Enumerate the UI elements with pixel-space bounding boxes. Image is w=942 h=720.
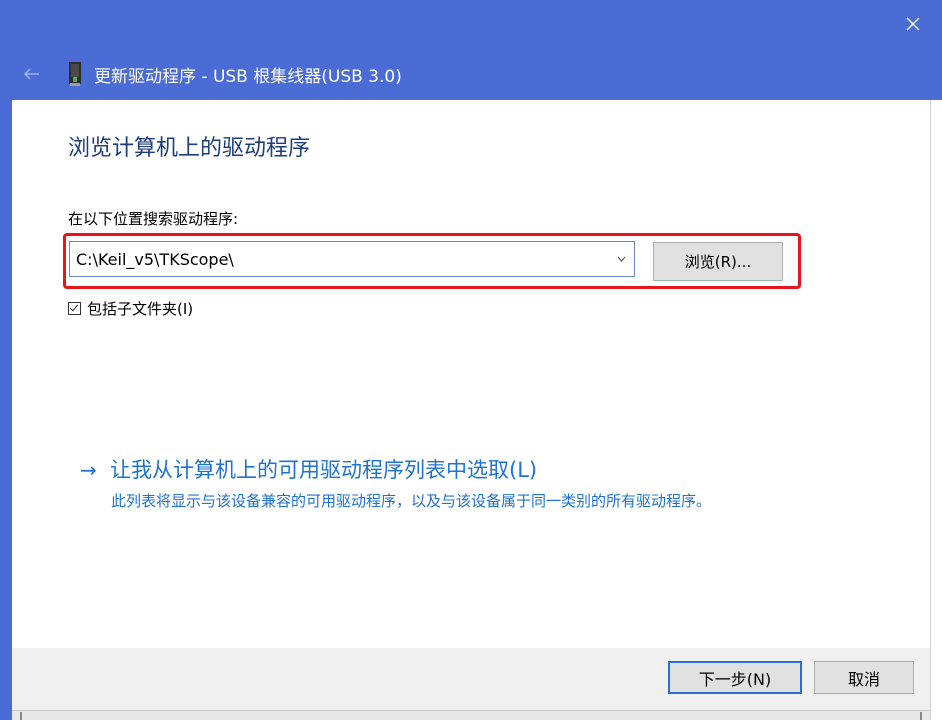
wizard-footer: 下一步(N) 取消 xyxy=(12,648,930,710)
window-right-border xyxy=(930,48,942,100)
pick-from-list-description: 此列表将显示与该设备兼容的可用驱动程序，以及与该设备属于同一类别的所有驱动程序。 xyxy=(111,492,712,510)
page-title: 浏览计算机上的驱动程序 xyxy=(68,136,311,161)
include-subfolders-label: 包括子文件夹(I) xyxy=(87,300,194,318)
close-button[interactable] xyxy=(884,0,942,48)
browse-button-label: 浏览(R)... xyxy=(684,253,752,271)
search-location-label: 在以下位置搜索驱动程序: xyxy=(68,210,239,228)
content-area: 浏览计算机上的驱动程序 在以下位置搜索驱动程序: C:\Keil_v5\TKSc… xyxy=(12,100,930,648)
back-button[interactable] xyxy=(12,68,52,80)
background-window-edge-left xyxy=(20,712,22,720)
pick-from-list-title[interactable]: 让我从计算机上的可用驱动程序列表中选取(L) xyxy=(110,456,537,484)
close-icon xyxy=(906,17,920,31)
window-left-border xyxy=(0,48,12,720)
pick-from-list-link[interactable]: → 让我从计算机上的可用驱动程序列表中选取(L) xyxy=(80,456,537,484)
background-window-edge-right xyxy=(920,712,922,720)
header-title: 更新驱动程序 - USB 根集线器(USB 3.0) xyxy=(94,66,402,87)
include-subfolders-checkbox[interactable] xyxy=(68,302,81,315)
cancel-button[interactable]: 取消 xyxy=(814,661,914,694)
chevron-down-icon[interactable] xyxy=(608,256,634,262)
window-right-edge xyxy=(930,100,942,720)
browse-button[interactable]: 浏览(R)... xyxy=(653,242,783,281)
arrow-right-icon: → xyxy=(80,458,97,482)
back-arrow-icon xyxy=(24,68,39,80)
next-button-label: 下一步(N) xyxy=(698,669,772,689)
wizard-header: 更新驱动程序 - USB 根集线器(USB 3.0) xyxy=(12,48,930,100)
include-subfolders-option[interactable]: 包括子文件夹(I) xyxy=(68,298,193,319)
window-bottom-edge xyxy=(12,710,930,720)
update-driver-window: 更新驱动程序 - USB 根集线器(USB 3.0) 浏览计算机上的驱动程序 在… xyxy=(0,0,942,720)
usb-device-icon xyxy=(69,62,81,86)
path-value[interactable]: C:\Keil_v5\TKScope\ xyxy=(70,250,608,269)
cancel-button-label: 取消 xyxy=(847,669,880,689)
title-bar xyxy=(0,0,942,48)
next-button[interactable]: 下一步(N) xyxy=(668,661,802,694)
path-combobox[interactable]: C:\Keil_v5\TKScope\ xyxy=(69,241,635,277)
